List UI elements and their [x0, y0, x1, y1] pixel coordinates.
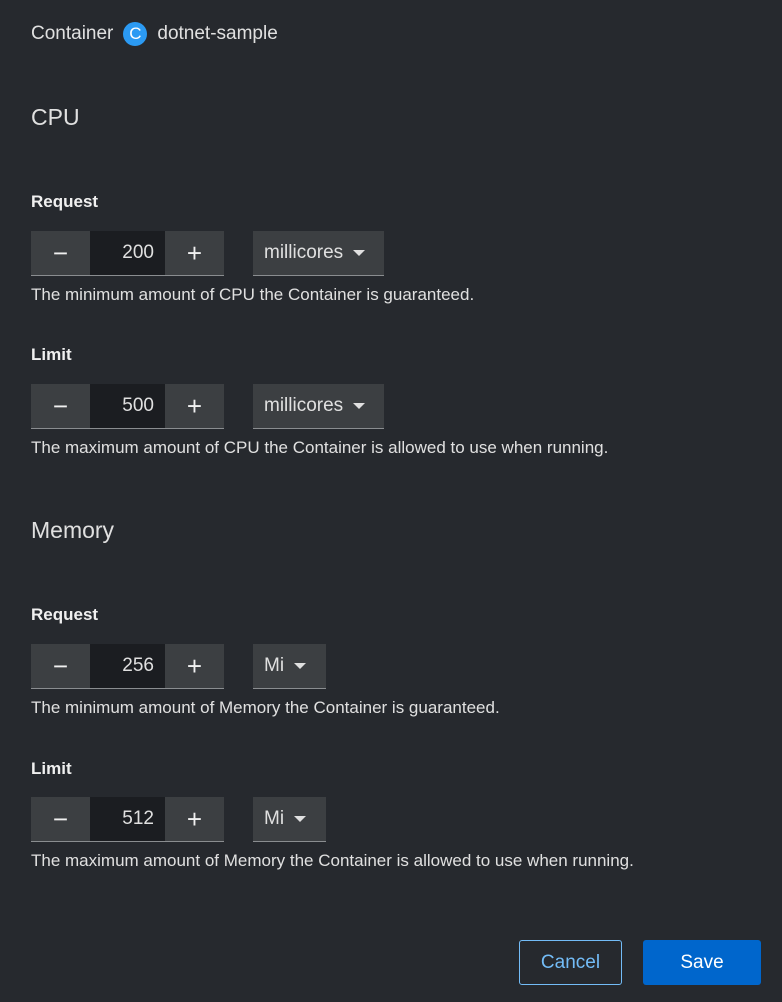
caret-down-icon: [294, 663, 307, 669]
cpu-limit-increment-button[interactable]: +: [165, 384, 224, 429]
memory-limit-unit-dropdown[interactable]: Mi: [253, 797, 326, 842]
cpu-request-decrement-button[interactable]: −: [31, 231, 90, 276]
memory-request-unit-dropdown[interactable]: Mi: [253, 644, 326, 689]
cpu-section-title: CPU: [31, 104, 80, 130]
cpu-request-label: Request: [31, 192, 99, 211]
memory-request-input[interactable]: 256: [90, 644, 165, 689]
memory-limit-decrement-button[interactable]: −: [31, 797, 90, 842]
caret-down-icon: [353, 250, 366, 256]
cpu-request-increment-button[interactable]: +: [165, 231, 224, 276]
memory-request-label: Request: [31, 605, 99, 624]
cpu-limit-stepper: − 500 +: [31, 384, 224, 429]
save-button[interactable]: Save: [643, 940, 761, 985]
cpu-request-stepper: − 200 +: [31, 231, 224, 276]
memory-limit-help-text: The maximum amount of Memory the Contain…: [31, 851, 634, 870]
cpu-limit-decrement-button[interactable]: −: [31, 384, 90, 429]
memory-request-decrement-button[interactable]: −: [31, 644, 90, 689]
cpu-request-input[interactable]: 200: [90, 231, 165, 276]
cpu-limit-unit-dropdown[interactable]: millicores: [253, 384, 384, 429]
memory-request-unit-value: Mi: [264, 655, 285, 676]
memory-limit-unit-value: Mi: [264, 808, 285, 829]
cpu-limit-help-text: The maximum amount of CPU the Container …: [31, 438, 609, 457]
cpu-limit-unit-value: millicores: [264, 395, 344, 416]
memory-limit-stepper: − 512 +: [31, 797, 224, 842]
memory-request-help-text: The minimum amount of Memory the Contain…: [31, 698, 500, 717]
caret-down-icon: [294, 816, 307, 822]
container-badge-icon: C: [123, 22, 148, 46]
memory-request-stepper: − 256 +: [31, 644, 224, 689]
cpu-request-unit-value: millicores: [264, 242, 344, 263]
cancel-button[interactable]: Cancel: [519, 940, 622, 985]
memory-limit-input[interactable]: 512: [90, 797, 165, 842]
resource-header: Container C dotnet-sample: [31, 22, 278, 46]
resource-name: dotnet-sample: [157, 23, 278, 44]
cpu-limit-input[interactable]: 500: [90, 384, 165, 429]
memory-request-increment-button[interactable]: +: [165, 644, 224, 689]
cpu-request-help-text: The minimum amount of CPU the Container …: [31, 285, 475, 304]
resource-kind-label: Container: [31, 23, 114, 44]
caret-down-icon: [353, 403, 366, 409]
memory-limit-label: Limit: [31, 759, 72, 778]
cpu-limit-label: Limit: [31, 345, 72, 364]
memory-limit-increment-button[interactable]: +: [165, 797, 224, 842]
cpu-request-unit-dropdown[interactable]: millicores: [253, 231, 384, 276]
memory-section-title: Memory: [31, 517, 115, 543]
